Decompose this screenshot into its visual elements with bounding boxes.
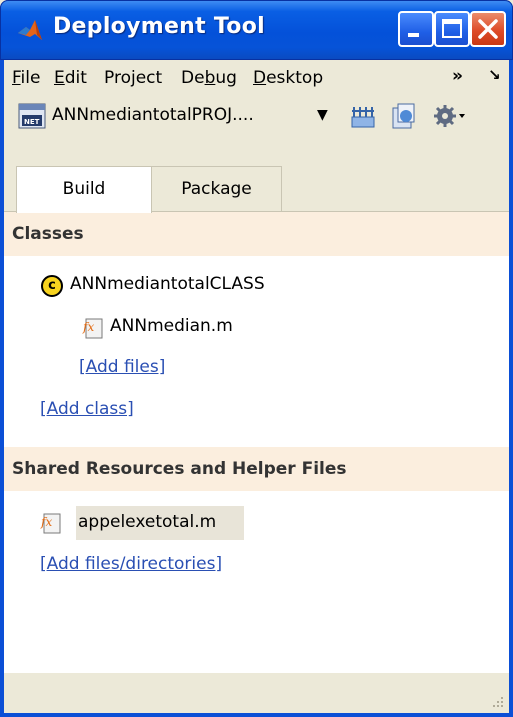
add-files-directories-link[interactable]: [Add files/directories] — [40, 554, 222, 574]
svg-text:NET: NET — [24, 118, 40, 126]
m-file-icon: fx — [82, 318, 103, 339]
menu-project[interactable]: Project — [104, 68, 162, 88]
resize-grip-icon[interactable] — [489, 693, 505, 709]
status-bar — [4, 673, 509, 713]
menu-debug[interactable]: Debug — [181, 68, 237, 88]
minimize-icon — [408, 33, 419, 37]
class-name[interactable]: ANNmediantotalCLASS — [70, 274, 265, 294]
settings-icon[interactable] — [432, 102, 466, 130]
tab-build[interactable]: Build — [16, 166, 152, 213]
tab-bar: Build Package — [4, 166, 509, 213]
project-selector[interactable]: ANNmediantotalPROJ.... — [52, 105, 254, 125]
menu-overflow-icon[interactable]: » — [452, 66, 463, 86]
menu-file[interactable]: File — [12, 68, 40, 88]
window-title: Deployment Tool — [53, 14, 265, 39]
close-button[interactable] — [470, 11, 506, 47]
close-icon — [478, 19, 498, 39]
build-icon[interactable] — [349, 102, 377, 130]
dock-arrow-icon[interactable]: ↘ — [488, 66, 501, 84]
shared-resources-header: Shared Resources and Helper Files — [4, 447, 509, 491]
svg-text:fx: fx — [82, 320, 94, 334]
add-class-link[interactable]: [Add class] — [40, 399, 134, 419]
matlab-icon — [18, 20, 42, 40]
title-bar[interactable]: Deployment Tool — [0, 0, 513, 60]
maximize-icon — [442, 19, 462, 38]
minimize-button[interactable] — [398, 11, 434, 47]
menu-bar: File Edit Project Debug Desktop » ↘ — [4, 60, 509, 96]
net-project-icon: NET — [18, 103, 46, 129]
menu-edit[interactable]: Edit — [54, 68, 87, 88]
class-file[interactable]: ANNmedian.m — [110, 316, 233, 336]
maximize-button[interactable] — [434, 11, 470, 47]
package-icon[interactable] — [389, 102, 417, 130]
menu-desktop[interactable]: Desktop — [253, 68, 323, 88]
svg-text:fx: fx — [40, 515, 52, 529]
m-file-icon: fx — [40, 513, 61, 534]
toolbar: NET ANNmediantotalPROJ.... ▼ — [4, 96, 509, 136]
shared-file[interactable]: appelexetotal.m — [78, 512, 216, 532]
class-icon: c — [41, 275, 63, 297]
deployment-tool-window: Deployment Tool File Edit Project Debug … — [0, 0, 513, 717]
build-panel: Classes c ANNmediantotalCLASS fx ANNmedi… — [4, 211, 509, 674]
tab-package[interactable]: Package — [152, 166, 282, 212]
add-files-link[interactable]: [Add files] — [79, 357, 165, 377]
classes-header: Classes — [4, 212, 509, 256]
dropdown-arrow-icon[interactable]: ▼ — [317, 107, 328, 123]
